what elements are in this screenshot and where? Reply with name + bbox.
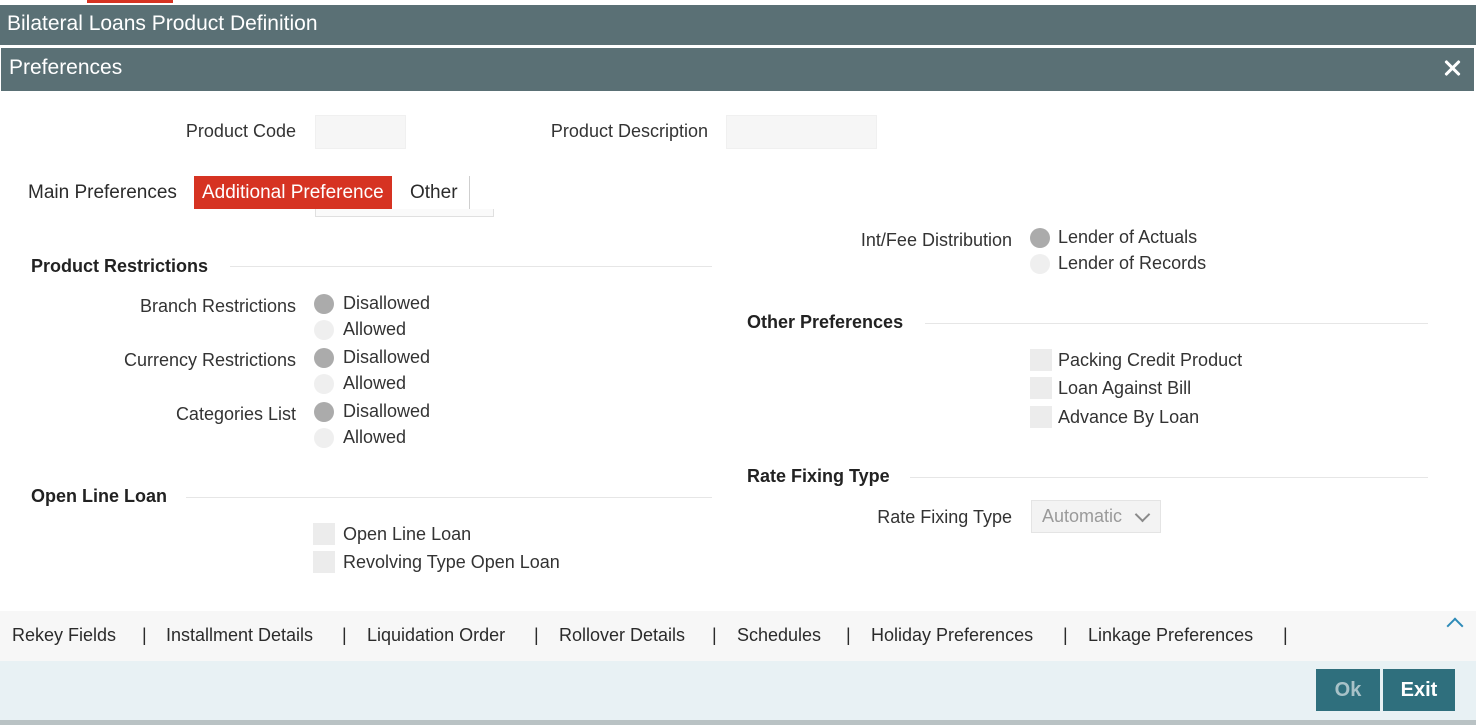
exit-button[interactable]: Exit [1383, 669, 1455, 711]
packing-credit-label: Packing Credit Product [1058, 350, 1243, 370]
loan-against-bill-label: Loan Against Bill [1058, 378, 1192, 398]
window-title: Bilateral Loans Product Definition [7, 12, 318, 35]
section-divider [230, 266, 712, 267]
tab-other[interactable]: Other [410, 176, 458, 209]
lender-of-records-radio[interactable] [1030, 254, 1050, 274]
branch-disallowed-label: Disallowed [343, 293, 431, 313]
section-divider [186, 497, 712, 498]
product-description-label: Product Description [550, 121, 708, 141]
branch-allowed-radio[interactable] [314, 320, 334, 340]
branch-restrictions-label: Branch Restrictions [139, 296, 296, 316]
revolving-open-loan-checkbox[interactable] [313, 551, 335, 573]
product-description-field[interactable] [726, 115, 877, 149]
window-bottom-border [0, 720, 1476, 725]
loan-against-bill-checkbox[interactable] [1030, 377, 1052, 399]
tab-additional-preference[interactable]: Additional Preference [194, 176, 392, 209]
window-title-bar: Bilateral Loans Product Definition [0, 5, 1476, 45]
footer-separator: | [142, 625, 147, 645]
categories-allowed-radio[interactable] [314, 428, 334, 448]
int-fee-distribution-label: Int/Fee Distribution [860, 230, 1012, 250]
rate-fixing-type-select[interactable]: Automatic [1031, 500, 1161, 533]
open-line-loan-heading: Open Line Loan [31, 486, 168, 506]
product-code-field[interactable] [315, 115, 406, 149]
product-code-label: Product Code [185, 121, 296, 141]
currency-restrictions-label: Currency Restrictions [123, 350, 296, 370]
currency-allowed-label: Allowed [343, 373, 407, 393]
dialog-title-bar: Preferences [1, 48, 1474, 91]
footer-link-installment-details[interactable]: Installment Details [166, 625, 313, 646]
footer-separator: | [846, 625, 851, 645]
section-divider [925, 323, 1428, 324]
footer-separator: | [1063, 625, 1068, 645]
footer-link-rollover-details[interactable]: Rollover Details [559, 625, 685, 646]
section-divider [910, 477, 1428, 478]
footer-link-liquidation-order[interactable]: Liquidation Order [367, 625, 505, 646]
categories-disallowed-radio[interactable] [314, 402, 334, 422]
ok-button[interactable]: Ok [1316, 669, 1380, 711]
footer-separator: | [1283, 625, 1288, 645]
lender-of-actuals-label: Lender of Actuals [1058, 227, 1198, 247]
open-line-loan-checkbox[interactable] [313, 523, 335, 545]
rate-fixing-type-value: Automatic [1042, 506, 1123, 526]
categories-allowed-label: Allowed [343, 427, 407, 447]
currency-disallowed-radio[interactable] [314, 348, 334, 368]
close-icon[interactable] [1440, 56, 1464, 80]
tab-divider [469, 176, 470, 209]
active-window-indicator [87, 0, 173, 3]
footer-link-schedules[interactable]: Schedules [737, 625, 821, 646]
chevron-down-icon [1134, 506, 1151, 523]
lender-of-actuals-radio[interactable] [1030, 228, 1050, 248]
other-preferences-heading: Other Preferences [747, 312, 904, 332]
tab-main-preferences[interactable]: Main Preferences [28, 176, 177, 209]
footer-link-holiday-preferences[interactable]: Holiday Preferences [871, 625, 1033, 646]
footer-separator: | [712, 625, 717, 645]
branch-disallowed-radio[interactable] [314, 294, 334, 314]
product-restrictions-heading: Product Restrictions [31, 256, 209, 276]
categories-disallowed-label: Disallowed [343, 401, 431, 421]
advance-by-loan-checkbox[interactable] [1030, 406, 1052, 428]
currency-disallowed-label: Disallowed [343, 347, 431, 367]
rate-fixing-heading: Rate Fixing Type [747, 466, 890, 486]
lender-of-records-label: Lender of Records [1058, 253, 1207, 273]
footer-button-bar [0, 661, 1476, 720]
branch-allowed-label: Allowed [343, 319, 407, 339]
revolving-open-loan-label: Revolving Type Open Loan [343, 552, 560, 572]
footer-link-linkage-preferences[interactable]: Linkage Preferences [1088, 625, 1253, 646]
advance-by-loan-label: Advance By Loan [1058, 407, 1200, 427]
dialog-title: Preferences [9, 56, 123, 79]
footer-separator: | [342, 625, 347, 645]
footer-separator: | [534, 625, 539, 645]
tab-underlay [315, 209, 494, 217]
currency-allowed-radio[interactable] [314, 374, 334, 394]
footer-link-rekey-fields[interactable]: Rekey Fields [12, 625, 116, 646]
open-line-loan-label: Open Line Loan [343, 524, 472, 544]
categories-list-label: Categories List [175, 404, 296, 424]
rate-fixing-type-label: Rate Fixing Type [877, 507, 1012, 527]
packing-credit-checkbox[interactable] [1030, 349, 1052, 371]
